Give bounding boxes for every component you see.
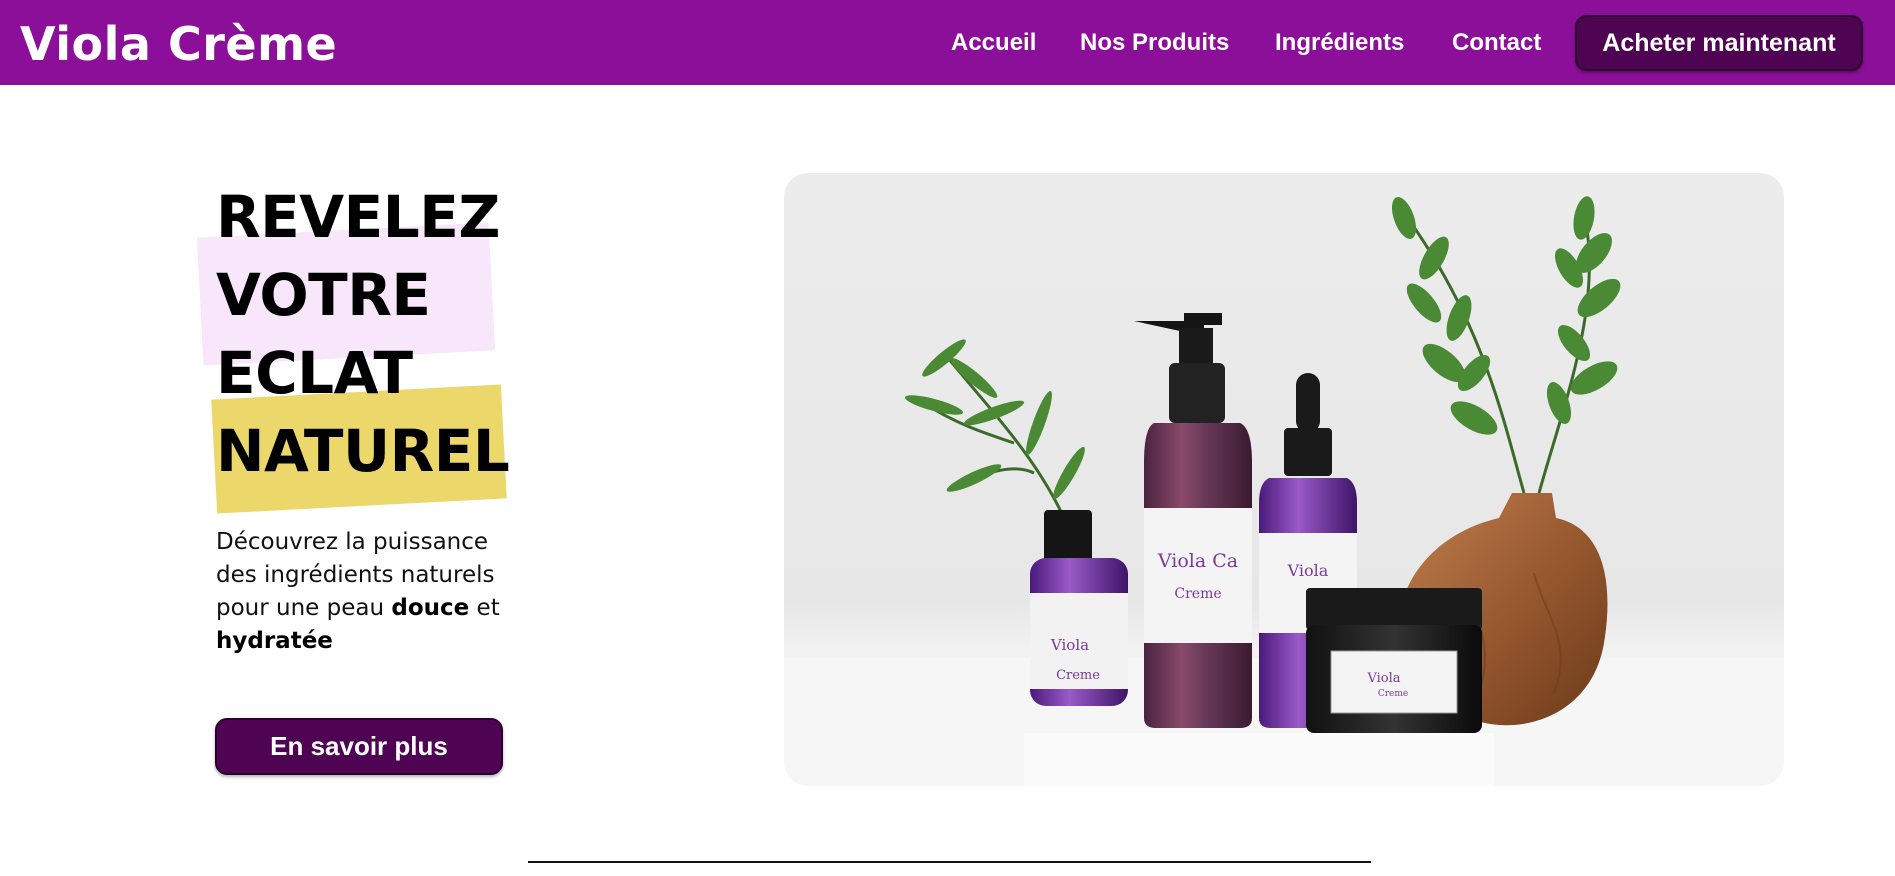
description-text-connector: et: [469, 595, 500, 621]
nav-link-contact[interactable]: Contact: [1452, 26, 1541, 60]
headline-line-2: VOTRE: [216, 261, 431, 329]
left-plant-stem: [923, 352, 1066, 519]
small-jar-label-1: Viola: [1050, 636, 1089, 654]
learn-more-button[interactable]: En savoir plus: [215, 718, 503, 775]
description-bold-hydratee: hydratée: [216, 628, 333, 654]
pump-bottle: Viola Ca Creme: [1134, 313, 1252, 728]
nav-link-ingredients[interactable]: Ingrédients: [1275, 26, 1404, 60]
buy-now-button[interactable]: Acheter maintenant: [1575, 15, 1863, 71]
headline-line-4: NATUREL: [216, 417, 510, 485]
black-jar: Viola Creme: [1306, 588, 1482, 733]
section-divider: [528, 861, 1371, 863]
small-purple-jar: Viola Creme: [1030, 510, 1128, 706]
description-bold-douce: douce: [391, 595, 470, 621]
hero-description: Découvrez la puissance des ingrédients n…: [216, 526, 516, 658]
dropper-bottle-label: Viola: [1287, 561, 1329, 580]
nav-link-accueil[interactable]: Accueil: [951, 26, 1036, 60]
pump-bottle-label-2: Creme: [1174, 586, 1221, 602]
black-jar-label-1: Viola: [1366, 671, 1400, 686]
brand-logo[interactable]: Viola Crème: [20, 14, 337, 74]
product-illustration: Viola Creme Viola Ca Creme Viola Viola C…: [784, 196, 1784, 786]
headline-line-1: REVELEZ: [216, 183, 500, 251]
top-navigation-bar: Viola Crème Accueil Nos Produits Ingrédi…: [0, 0, 1895, 85]
small-jar-label-2: Creme: [1056, 668, 1100, 683]
pump-bottle-label-1: Viola Ca: [1157, 550, 1238, 572]
black-jar-label-2: Creme: [1378, 689, 1408, 699]
nav-link-nos-produits[interactable]: Nos Produits: [1080, 26, 1229, 60]
headline-line-3: ECLAT: [216, 339, 413, 407]
hero-product-image: Viola Creme Viola Ca Creme Viola Viola C…: [784, 173, 1784, 786]
